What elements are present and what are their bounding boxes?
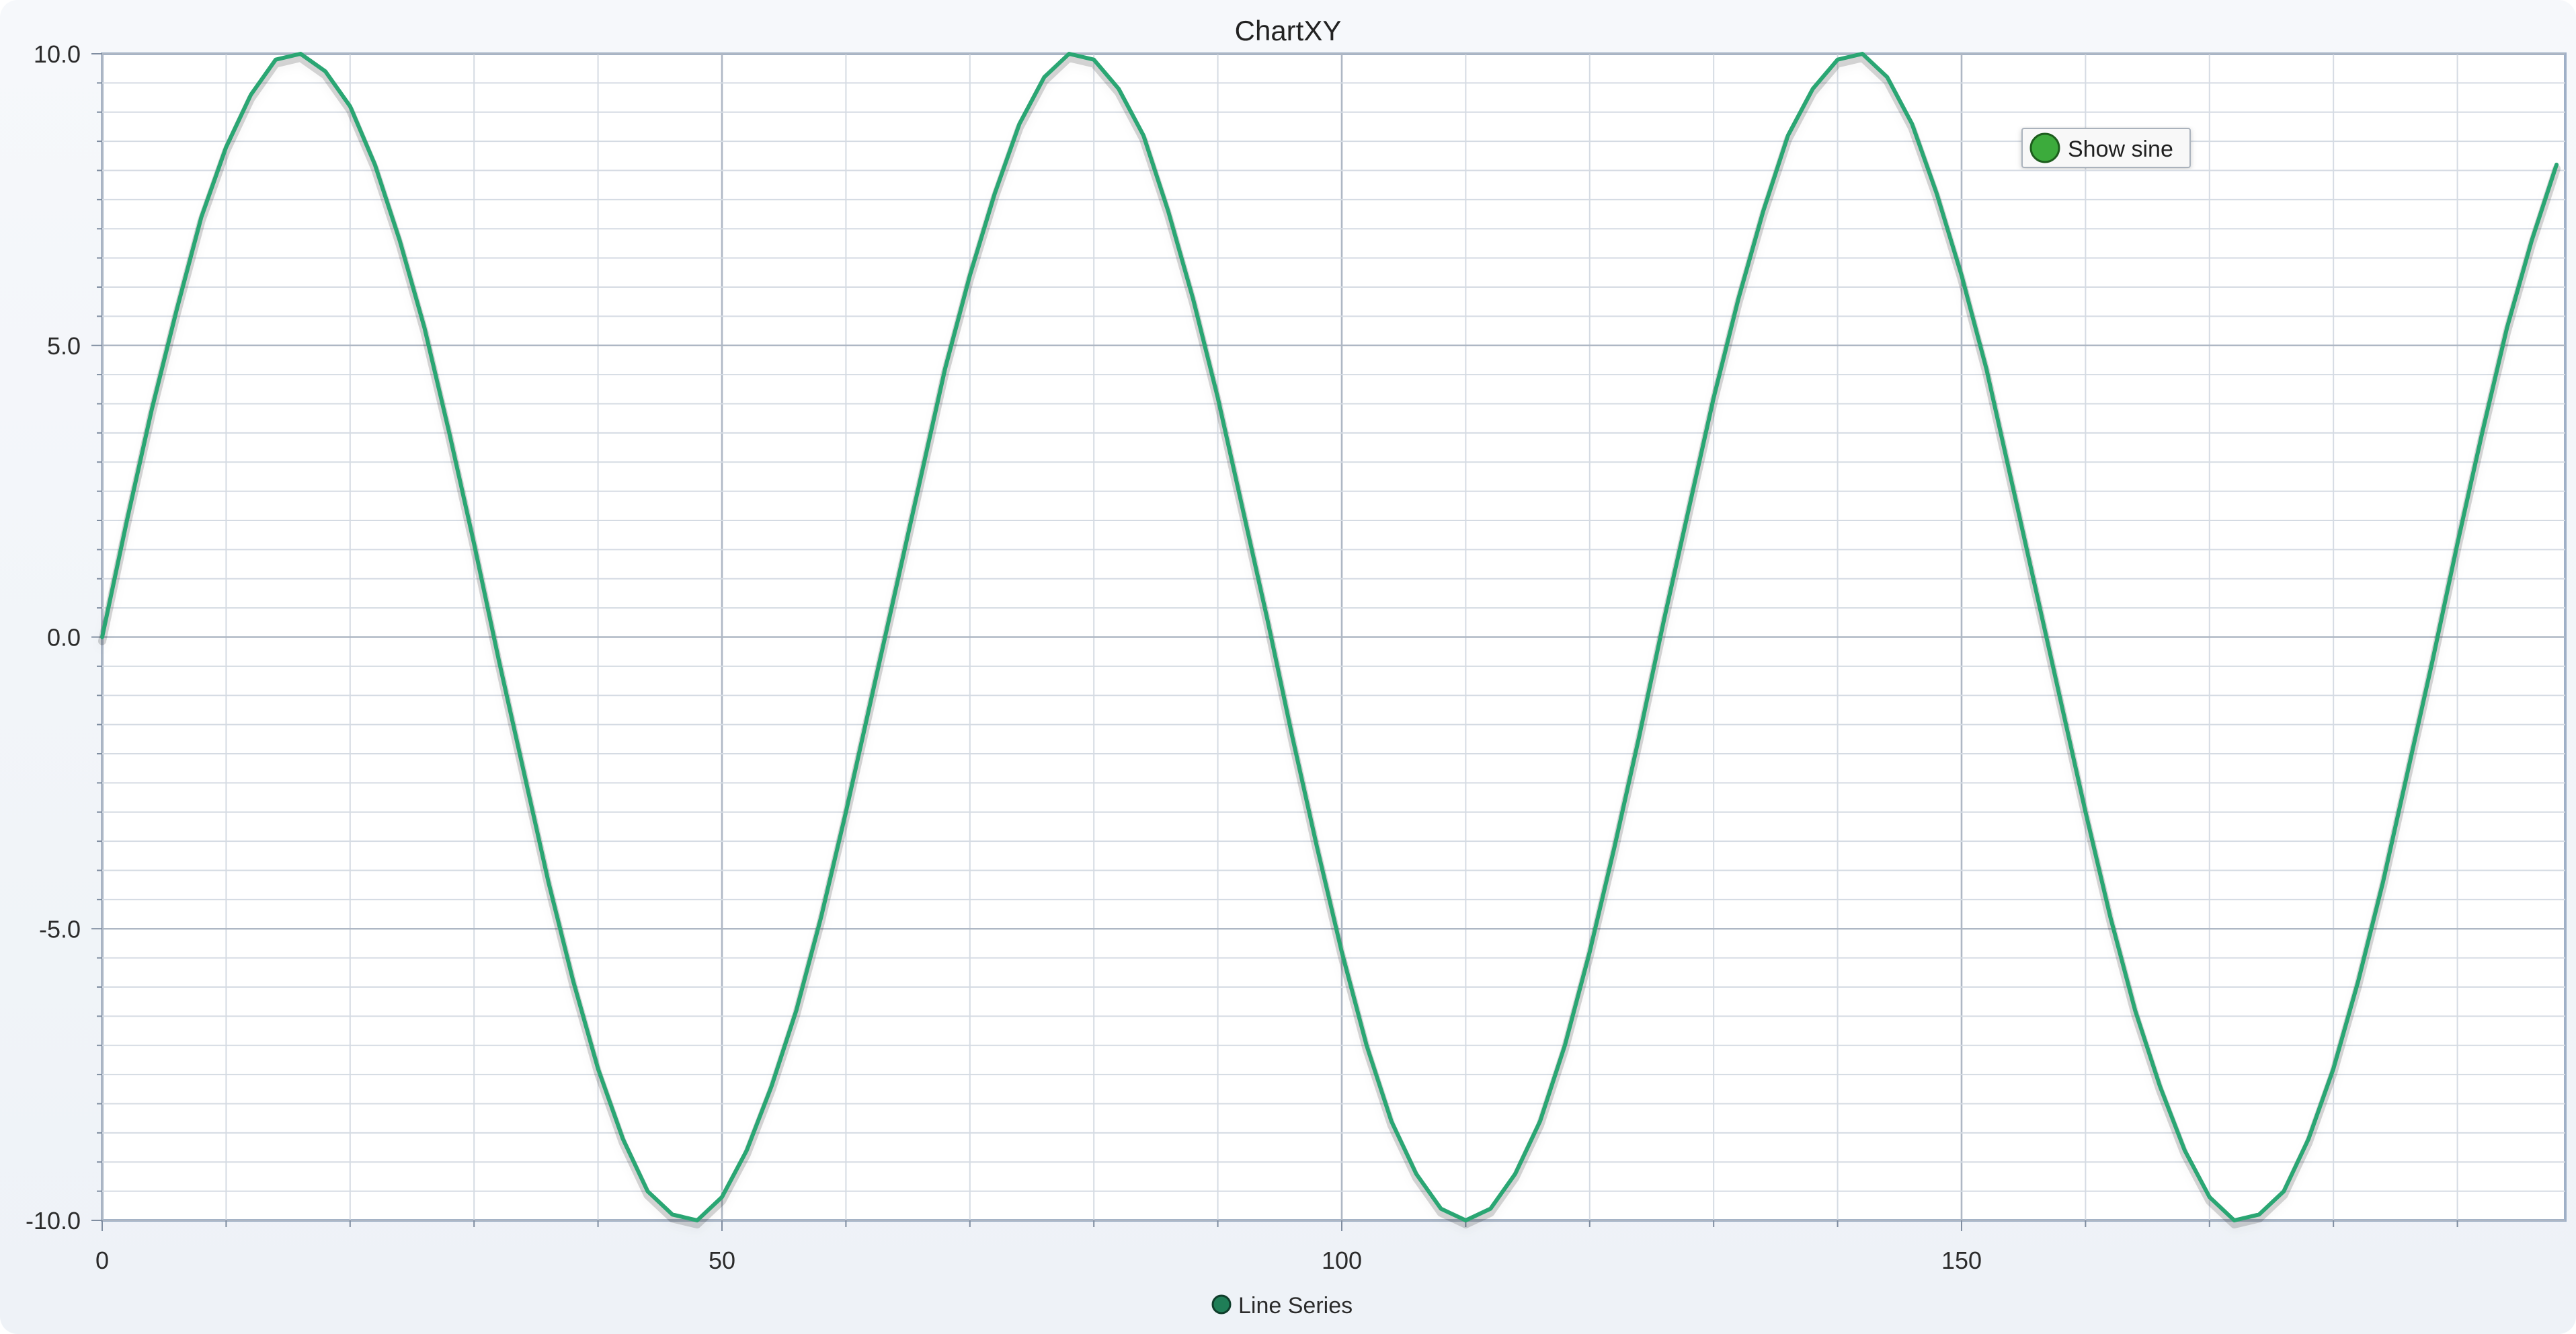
gridlines xyxy=(101,52,2565,1222)
legend-marker xyxy=(1211,1294,1232,1315)
x-tick-label: 100 xyxy=(1322,1247,1362,1274)
x-tick-label: 0 xyxy=(95,1247,109,1274)
x-tick-label: 50 xyxy=(709,1247,735,1274)
toggle-indicator[interactable] xyxy=(2029,132,2060,163)
toggle-label: Show sine xyxy=(2068,136,2173,162)
y-tick-label: -5.0 xyxy=(39,915,81,943)
y-tick-label: 0.0 xyxy=(47,624,81,652)
chart-title: ChartXY xyxy=(1235,15,1342,46)
show-sine-toggle[interactable]: Show sine xyxy=(2021,128,2191,168)
y-tick-label: 10.0 xyxy=(34,40,81,68)
line-chart: ChartXY 0 50 100 150 10.0 5.0 0.0 -5.0 -10.0 Sho… xyxy=(26,15,2567,1319)
y-tick-label: 5.0 xyxy=(47,332,81,360)
legend-label: Line Series xyxy=(1238,1293,1353,1319)
y-tick-label: -10.0 xyxy=(26,1207,81,1234)
x-tick-label: 150 xyxy=(1941,1247,1982,1274)
legend: Line Series xyxy=(1211,1293,1353,1319)
chart-window: ChartXY 0 50 100 150 10.0 5.0 0.0 -5.0 -10.0 Sho… xyxy=(0,0,2576,1334)
